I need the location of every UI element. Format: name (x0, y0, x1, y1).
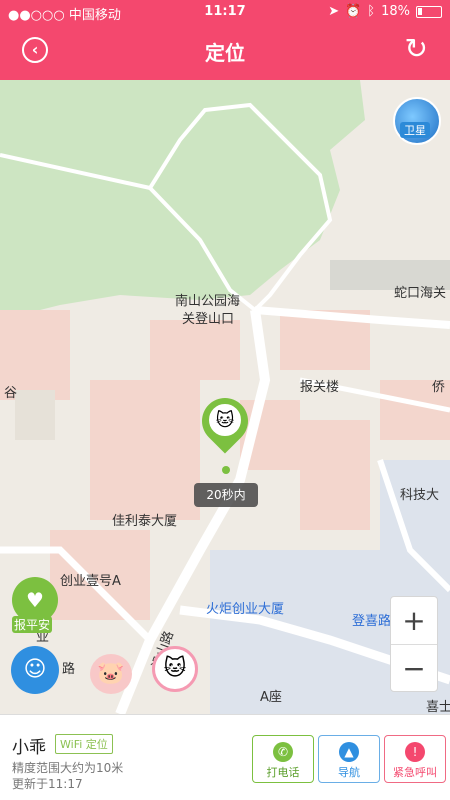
map-label-shekou: 蛇口海关 (394, 286, 447, 301)
cat-avatar-selected-icon[interactable]: 🐱 (152, 646, 198, 692)
page-title: 定位 (205, 41, 245, 65)
zoom-out-button[interactable]: − (391, 645, 437, 693)
map-label-dengxi: 登喜路 (352, 614, 392, 629)
navigation-arrow-icon: ▲ (339, 742, 359, 762)
map-label-park-2: 关登山口 (182, 312, 235, 327)
alarm-icon: ⏰ (345, 4, 362, 19)
district-zone (380, 460, 450, 580)
location-arrow-icon: ➤ (328, 4, 340, 19)
family-group-button[interactable]: ☺ (11, 646, 59, 694)
satellite-label[interactable]: 卫星 (400, 122, 430, 138)
pig-avatar-icon[interactable]: 🐷 (90, 654, 132, 694)
map-label-gu: 谷 (4, 386, 18, 401)
sos-button[interactable]: ! 紧急呼叫 (384, 735, 446, 783)
zoom-in-button[interactable]: + (391, 597, 437, 645)
location-mode-badge: WiFi 定位 (55, 734, 113, 754)
people-icon: ☺ (23, 657, 47, 682)
location-dot (222, 466, 230, 474)
top-bar: ●●○○○ 中国移动 11:17 ➤ ⏰ ᛒ 18% ‹ 定位 ↻ (0, 0, 450, 92)
navigate-button[interactable]: ▲ 导航 (318, 735, 380, 783)
updated-text: 更新于11:17 (12, 777, 83, 791)
shield-heart-icon: ♥ (26, 588, 44, 612)
call-label: 打电话 (266, 766, 300, 779)
battery-percent: 18% (381, 4, 410, 19)
refresh-button[interactable]: ↻ (405, 34, 428, 64)
location-time-chip: 20秒内 (194, 483, 258, 507)
report-safe-label[interactable]: 报平安 (12, 616, 53, 633)
building (15, 390, 55, 440)
map-label-huoju: 火炬创业大厦 (206, 602, 285, 617)
phone-icon: ✆ (273, 742, 293, 762)
map-label-a-block: A座 (260, 690, 282, 705)
map-label-park: 南山公园海 (175, 294, 241, 309)
device-name: 小乖 (12, 738, 46, 758)
accuracy-text: 精度范围大约为10米 (12, 761, 124, 775)
map-label-customs-tower: 报关楼 (300, 380, 340, 395)
map-label-qiao: 侨 (432, 380, 446, 395)
sos-label: 紧急呼叫 (393, 766, 437, 779)
map-label-lu: 路 (62, 662, 76, 677)
map-view[interactable]: 卫星 南山公园海 关登山口 报关楼 蛇口海关 侨 佳利泰大厦 科技大 创业壹号A… (0, 80, 450, 714)
navigate-label: 导航 (338, 766, 360, 779)
map-label-chuangye: 创业壹号A (60, 574, 121, 589)
park-area (0, 80, 365, 320)
status-bar: ●●○○○ 中国移动 11:17 ➤ ⏰ ᛒ 18% (0, 4, 450, 23)
refresh-icon: ↻ (404, 32, 428, 65)
cat-avatar-icon[interactable]: 🐱 (207, 402, 243, 438)
alarm-bell-icon: ! (405, 742, 425, 762)
building (150, 320, 240, 380)
map-label-keji: 科技大 (400, 488, 440, 503)
bluetooth-icon: ᛒ (367, 4, 376, 19)
map-label-xi: 喜士 (426, 700, 450, 714)
building (90, 380, 200, 520)
status-right: ➤ ⏰ ᛒ 18% (328, 4, 442, 19)
zoom-control: + − (390, 596, 438, 692)
device-info-panel: 小乖 WiFi 定位 精度范围大约为10米 更新于11:17 ✆ 打电话 ▲ 导… (0, 714, 450, 800)
call-button[interactable]: ✆ 打电话 (252, 735, 314, 783)
map-label-jiali: 佳利泰大厦 (112, 514, 178, 529)
building (300, 420, 370, 530)
battery-icon (416, 5, 442, 18)
